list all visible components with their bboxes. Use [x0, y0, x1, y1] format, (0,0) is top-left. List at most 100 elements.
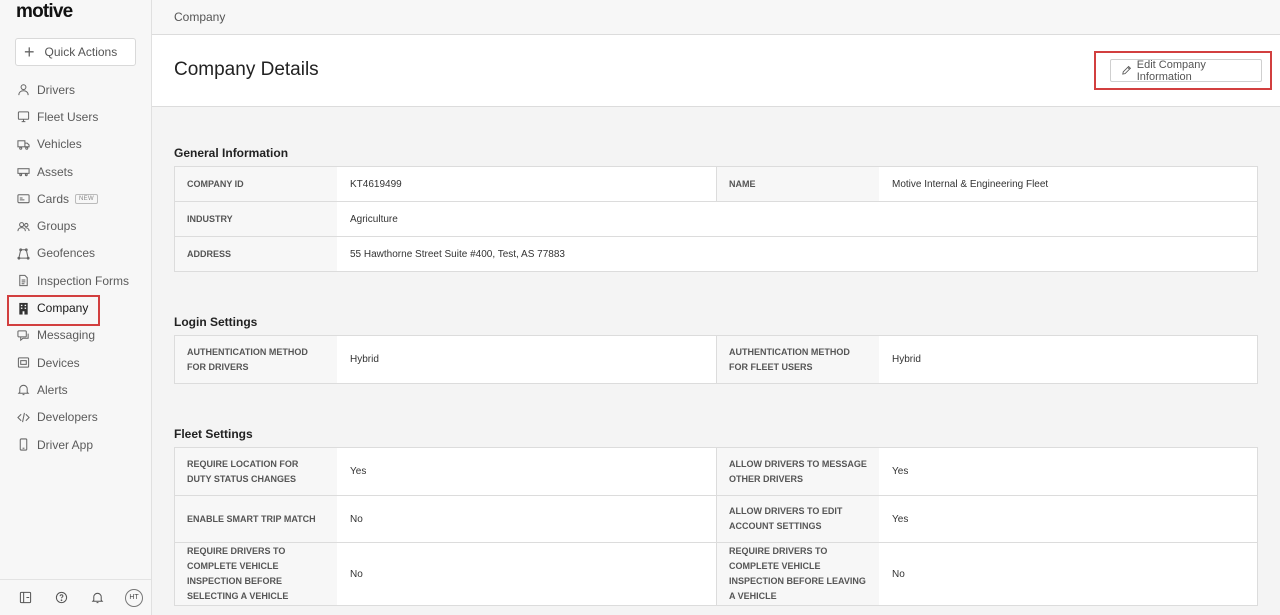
card-icon	[17, 194, 30, 204]
login-settings-title: Login Settings	[174, 315, 258, 329]
table-row: REQUIRE LOCATION FOR DUTY STATUS CHANGES…	[175, 448, 1257, 496]
quick-actions-button[interactable]: + Quick Actions	[15, 38, 136, 66]
setting-label: REQUIRE LOCATION FOR DUTY STATUS CHANGES	[175, 448, 337, 495]
pencil-icon	[1122, 65, 1132, 75]
sidebar-item-label: Developers	[37, 410, 98, 425]
trailer-icon	[17, 168, 30, 177]
sidebar-item-cards[interactable]: Cards NEW	[0, 185, 151, 212]
sidebar: motive + Quick Actions Drivers Fleet Use…	[0, 0, 152, 615]
avatar[interactable]: HT	[125, 588, 143, 607]
sidebar-item-vehicles[interactable]: Vehicles	[0, 131, 151, 158]
setting-value: No	[350, 513, 363, 525]
page-title: Company Details	[174, 59, 319, 80]
sidebar-item-label: Alerts	[37, 382, 68, 397]
sidebar-item-driver-app[interactable]: Driver App	[0, 431, 151, 458]
name-value: Motive Internal & Engineering Fleet	[892, 178, 1049, 190]
sidebar-item-label: Driver App	[37, 437, 94, 452]
sidebar-item-label: Inspection Forms	[37, 273, 130, 288]
document-icon	[19, 275, 28, 287]
chat-icon	[17, 330, 29, 342]
phone-icon	[19, 438, 28, 451]
setting-value: No	[892, 568, 905, 580]
sidebar-item-label: Company	[37, 301, 89, 316]
user-icon	[18, 84, 29, 96]
table-row: INDUSTRY Agriculture	[175, 202, 1257, 237]
sidebar-item-label: Groups	[37, 219, 77, 234]
help-icon[interactable]	[54, 591, 68, 605]
auth-fleet-users-value: Hybrid	[892, 354, 921, 365]
truck-icon	[17, 140, 30, 150]
sidebar-item-label: Drivers	[37, 82, 75, 97]
sidebar-item-label: Devices	[37, 355, 80, 370]
table-row: ADDRESS 55 Hawthorne Street Suite #400, …	[175, 237, 1257, 271]
setting-value: Yes	[350, 466, 367, 477]
address-value: 55 Hawthorne Street Suite #400, Test, AS…	[350, 248, 565, 260]
sidebar-item-developers[interactable]: Developers	[0, 404, 151, 431]
sidebar-item-devices[interactable]: Devices	[0, 349, 151, 376]
industry-label: INDUSTRY	[175, 202, 337, 236]
setting-label: REQUIRE DRIVERS TO COMPLETE VEHICLE INSP…	[717, 543, 879, 605]
monitor-icon	[17, 111, 30, 123]
sidebar-item-company[interactable]: Company	[0, 294, 151, 327]
address-label: ADDRESS	[175, 237, 337, 271]
plus-icon: +	[24, 42, 35, 62]
page-header: Company Details Edit Company Information	[152, 35, 1280, 107]
table-row: AUTHENTICATION METHOD FOR DRIVERS Hybrid…	[175, 336, 1257, 383]
details-content: General Information COMPANY ID KT4619499…	[152, 146, 1280, 606]
sidebar-item-fleet-users[interactable]: Fleet Users	[0, 103, 151, 130]
sidebar-item-groups[interactable]: Groups	[0, 212, 151, 239]
users-icon	[17, 221, 30, 231]
setting-value: Yes	[892, 513, 909, 525]
auth-drivers-label: AUTHENTICATION METHOD FOR DRIVERS	[175, 336, 337, 383]
geofence-icon	[17, 248, 30, 260]
sidebar-item-drivers[interactable]: Drivers	[0, 76, 151, 103]
login-settings-table: AUTHENTICATION METHOD FOR DRIVERS Hybrid…	[174, 335, 1258, 384]
fleet-settings-title: Fleet Settings	[174, 427, 253, 441]
quick-actions-label: Quick Actions	[44, 45, 118, 59]
bell-icon	[17, 385, 30, 396]
industry-value: Agriculture	[350, 213, 398, 225]
breadcrumb: Company	[152, 0, 1280, 35]
setting-value: No	[350, 568, 363, 580]
auth-drivers-value: Hybrid	[350, 354, 379, 365]
sidebar-item-label: Cards	[37, 191, 70, 206]
sidebar-item-geofences[interactable]: Geofences	[0, 240, 151, 267]
notification-bell-icon[interactable]	[90, 591, 104, 605]
new-badge: NEW	[75, 193, 98, 204]
general-information-table: COMPANY ID KT4619499 NAME Motive Interna…	[174, 166, 1258, 272]
device-icon	[17, 357, 30, 368]
building-icon	[19, 302, 28, 315]
table-row: ENABLE SMART TRIP MATCH No ALLOW DRIVERS…	[175, 496, 1257, 543]
code-icon	[17, 412, 30, 422]
table-row: REQUIRE DRIVERS TO COMPLETE VEHICLE INSP…	[175, 543, 1257, 605]
edit-button-highlight: Edit Company Information	[1094, 51, 1272, 90]
company-id-value: KT4619499	[350, 178, 402, 190]
company-id-label: COMPANY ID	[175, 167, 337, 201]
sidebar-item-assets[interactable]: Assets	[0, 158, 151, 185]
setting-label: REQUIRE DRIVERS TO COMPLETE VEHICLE INSP…	[175, 543, 337, 605]
sidebar-nav: Drivers Fleet Users Vehicles Assets Card…	[0, 76, 151, 458]
sidebar-item-alerts[interactable]: Alerts	[0, 376, 151, 403]
sidebar-item-messaging[interactable]: Messaging	[0, 322, 151, 349]
name-label: NAME	[717, 167, 879, 201]
general-information-title: General Information	[174, 146, 289, 160]
sidebar-item-label: Fleet Users	[37, 109, 99, 124]
motive-logo[interactable]: motive	[16, 1, 73, 23]
sidebar-item-label: Geofences	[37, 246, 96, 261]
sidebar-item-inspection-forms[interactable]: Inspection Forms	[0, 267, 151, 294]
library-icon[interactable]	[18, 591, 32, 605]
sidebar-item-label: Assets	[37, 164, 74, 179]
sidebar-item-label: Vehicles	[37, 137, 82, 152]
auth-fleet-users-label: AUTHENTICATION METHOD FOR FLEET USERS	[717, 336, 879, 383]
sidebar-footer: HT	[0, 579, 151, 615]
breadcrumb-company: Company	[174, 10, 226, 24]
fleet-settings-table: REQUIRE LOCATION FOR DUTY STATUS CHANGES…	[174, 447, 1258, 606]
edit-company-information-button[interactable]: Edit Company Information	[1110, 58, 1262, 83]
setting-label: ENABLE SMART TRIP MATCH	[175, 496, 337, 542]
table-row: COMPANY ID KT4619499 NAME Motive Interna…	[175, 167, 1257, 202]
setting-label: ALLOW DRIVERS TO MESSAGE OTHER DRIVERS	[717, 448, 879, 495]
setting-label: ALLOW DRIVERS TO EDIT ACCOUNT SETTINGS	[717, 496, 879, 542]
setting-value: Yes	[892, 466, 909, 477]
sidebar-item-label: Messaging	[37, 328, 96, 343]
edit-button-label: Edit Company Information	[1136, 58, 1206, 83]
